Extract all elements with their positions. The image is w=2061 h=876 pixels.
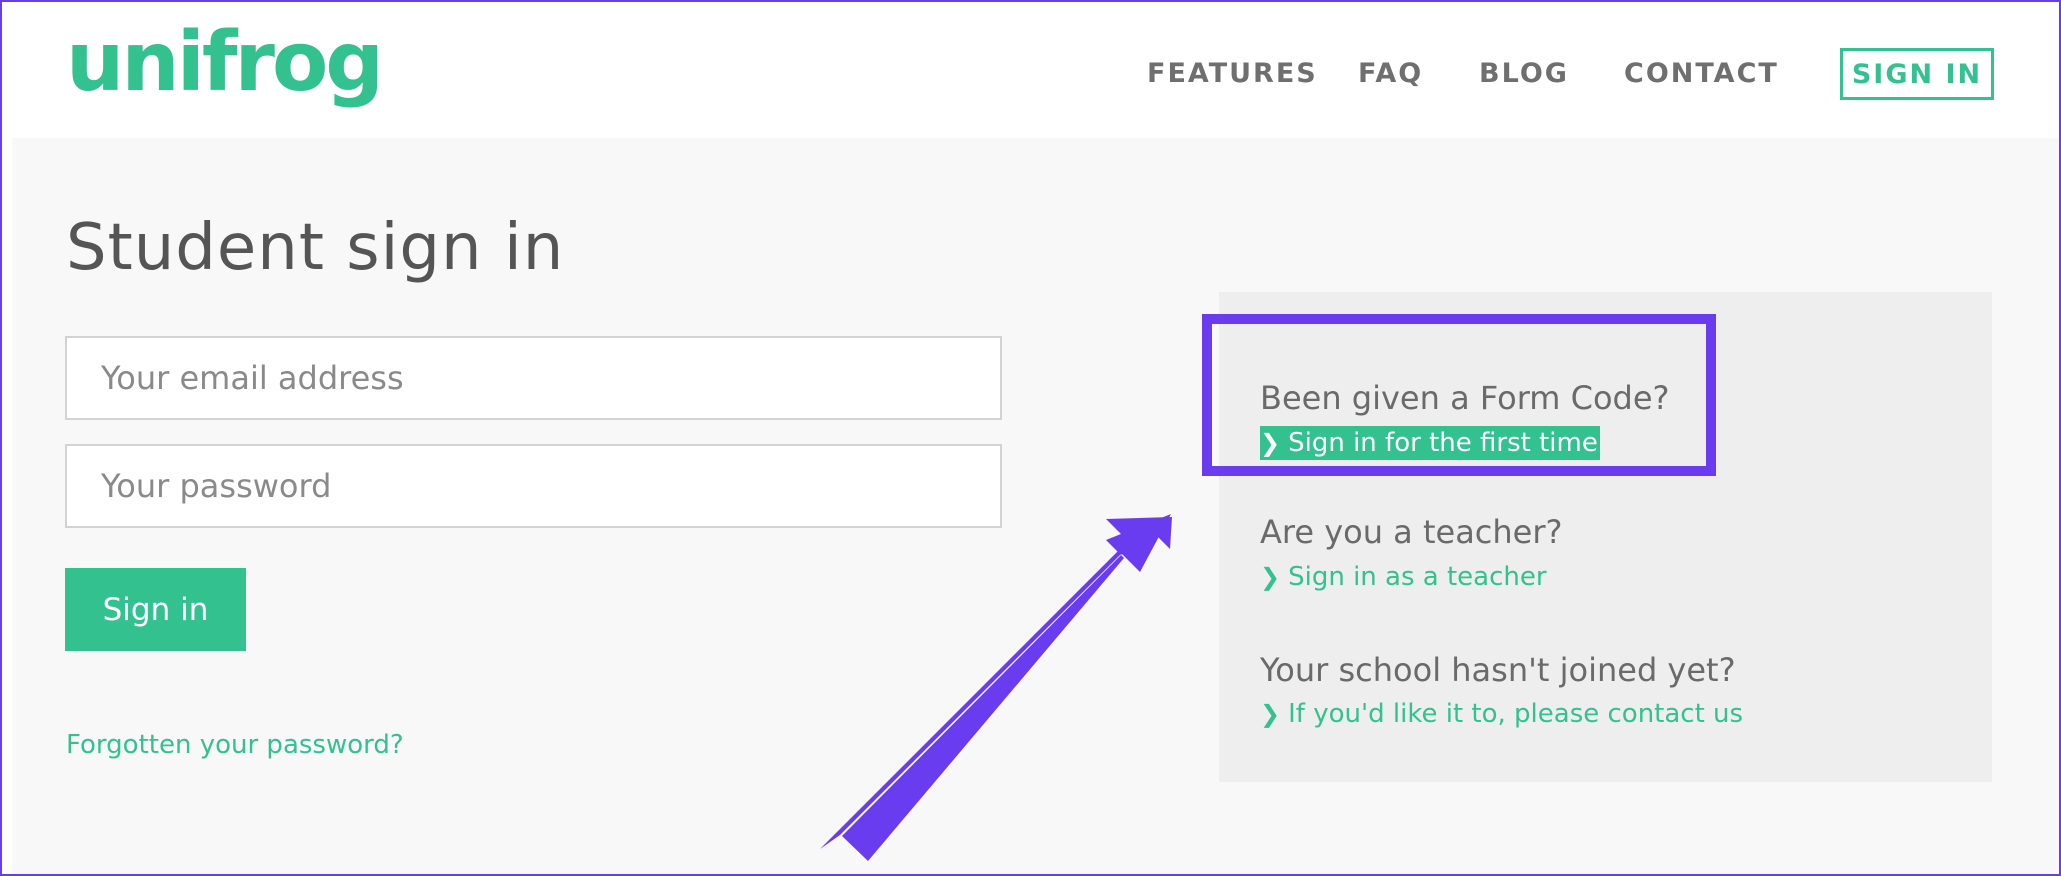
chevron-right-icon: ❯ [1260,563,1281,591]
nav-features-link[interactable]: FEATURES [1147,60,1318,87]
page-title: Student sign in [66,211,565,285]
nav-sign-in-button[interactable]: SIGN IN [1840,48,1994,100]
school-question: Your school hasn't joined yet? [1260,651,1736,689]
contact-us-label: If you'd like it to, please contact us [1288,699,1744,729]
unifrog-logo[interactable]: unifrog [66,22,384,104]
password-input[interactable] [65,444,1002,528]
sign-in-button[interactable]: Sign in [65,568,246,651]
teacher-sign-in-link[interactable]: ❯ Sign in as a teacher [1260,564,1547,590]
main-content: Student sign in Sign in Forgotten your p… [12,138,2059,874]
chevron-right-icon: ❯ [1260,700,1281,728]
teacher-question: Are you a teacher? [1260,513,1563,551]
teacher-sign-in-label: Sign in as a teacher [1288,562,1547,592]
screenshot-frame: unifrog FEATURES FAQ BLOG CONTACT SIGN I… [0,0,2061,876]
forgot-password-link[interactable]: Forgotten your password? [66,732,404,758]
site-header: unifrog FEATURES FAQ BLOG CONTACT SIGN I… [12,4,2059,138]
nav-contact-link[interactable]: CONTACT [1624,60,1779,87]
nav-blog-link[interactable]: BLOG [1479,60,1569,87]
annotation-highlight-box [1202,314,1716,476]
contact-us-link[interactable]: ❯ If you'd like it to, please contact us [1260,701,1743,727]
nav-faq-link[interactable]: FAQ [1358,60,1423,87]
email-input[interactable] [65,336,1002,420]
